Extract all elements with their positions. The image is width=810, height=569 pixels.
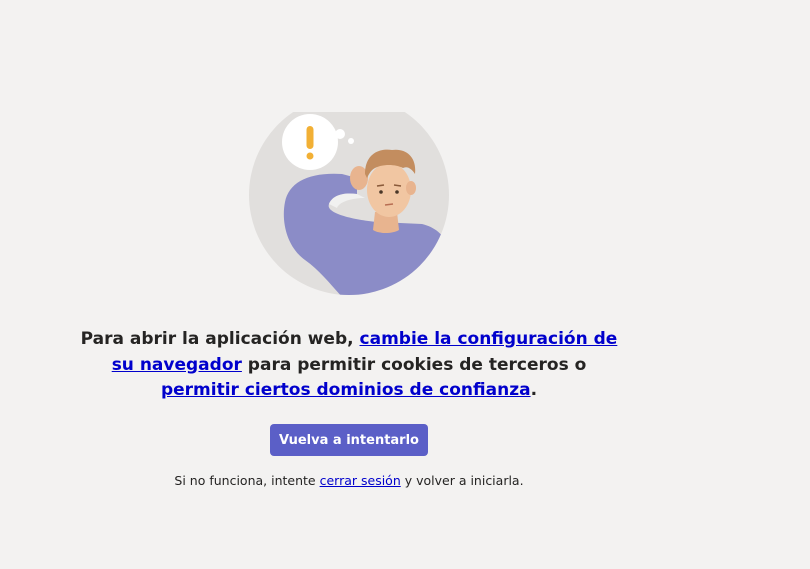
- right-eye: [395, 190, 399, 194]
- person-scratching-head-illustration: [249, 112, 449, 295]
- sign-out-link[interactable]: cerrar sesión: [320, 473, 401, 488]
- message-text-part3: .: [530, 380, 538, 400]
- allow-trusted-domains-link[interactable]: permitir ciertos dominios de confianza: [161, 380, 531, 400]
- message-text-part1: Para abrir la aplicación web,: [80, 329, 360, 349]
- left-eyebrow: [376, 184, 385, 187]
- mouth: [384, 203, 394, 206]
- thought-bubble-dot-small: [348, 138, 354, 144]
- cookie-error-page: Para abrir la aplicación web, cambie la …: [0, 0, 810, 569]
- footer-text-part2: y volver a iniciarla.: [400, 473, 524, 488]
- thought-bubble-dot-large: [335, 129, 345, 139]
- head-shape: [367, 163, 411, 217]
- exclamation-bar: [306, 126, 314, 149]
- footer-note: Si no funciona, intente cerrar sesión y …: [100, 473, 598, 488]
- footer-text-part1: Si no funciona, intente: [174, 473, 320, 488]
- right-eyebrow: [393, 184, 402, 187]
- exclamation-dot: [306, 152, 314, 160]
- cookie-error-message: Para abrir la aplicación web, cambie la …: [70, 327, 628, 404]
- left-eye: [379, 190, 383, 194]
- ear-shape: [406, 181, 416, 195]
- retry-button[interactable]: Vuelva a intentarlo: [270, 424, 428, 456]
- message-text-part2: para permitir cookies de terceros o: [241, 354, 587, 375]
